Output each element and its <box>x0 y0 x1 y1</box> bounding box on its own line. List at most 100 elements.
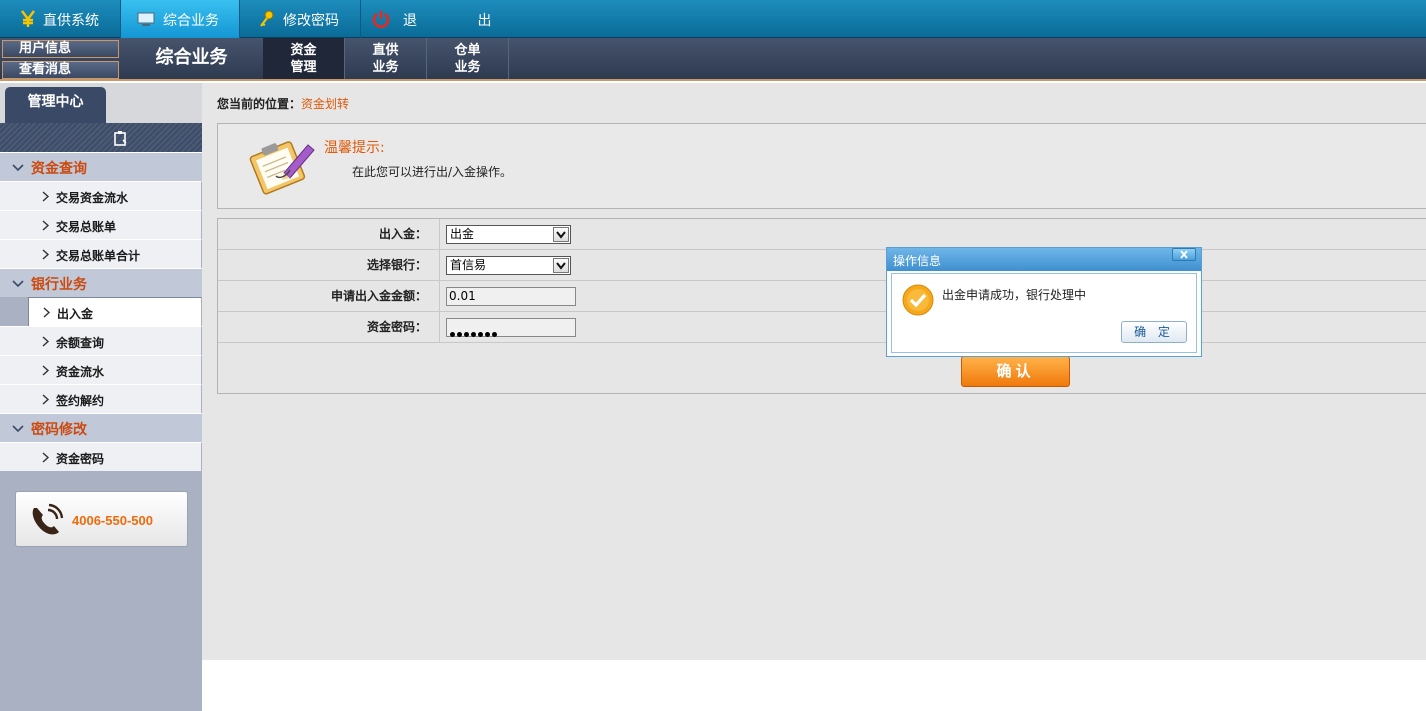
key-icon <box>260 10 274 27</box>
chevron-right-icon <box>42 220 50 231</box>
chevron-right-icon <box>42 365 50 376</box>
section-title: 综合业务 <box>155 47 228 68</box>
transfer-form: 出入金： 出金 选择银行： 首信易 申请出入金金额： 0.01 资金密码： 确认 <box>217 218 1426 394</box>
top-navigation-bar: 直供系统 综合业务 修改密码 退 出 <box>0 0 1426 38</box>
dropdown-arrow-icon[interactable] <box>553 227 569 242</box>
direction-label: 出入金： <box>218 219 440 249</box>
nav-label: 修改密码 <box>283 13 339 29</box>
tab-label-line1: 仓单 <box>454 43 481 58</box>
password-dot <box>485 332 490 337</box>
notepad-pencil-icon <box>249 141 315 195</box>
power-icon <box>372 11 390 28</box>
tip-panel: 温馨提示: 在此您可以进行出/入金操作。 <box>217 123 1426 209</box>
sidebar-item-label: 资金流水 <box>56 365 105 379</box>
form-row-direction: 出入金： 出金 <box>218 219 1426 250</box>
dialog-title: 操作信息 <box>893 254 942 268</box>
password-label: 资金密码： <box>218 312 440 342</box>
sidebar-item-fund-password[interactable]: 资金密码 <box>0 442 202 471</box>
password-dot <box>457 332 462 337</box>
confirm-button[interactable]: 确认 <box>961 356 1070 387</box>
form-row-amount: 申请出入金金额： 0.01 <box>218 281 1426 312</box>
tab-label-line1: 直供 <box>372 43 399 58</box>
password-dot <box>464 332 469 337</box>
form-row-password: 资金密码： <box>218 312 1426 343</box>
sub-navigation-bar: 用户信息 查看消息 综合业务 资金 管理 直供 业务 仓单 业务 <box>0 38 1426 81</box>
user-info-button[interactable]: 用户信息 <box>2 40 119 58</box>
tip-title: 温馨提示: <box>324 140 385 156</box>
password-dot <box>450 332 455 337</box>
sidebar-group-label: 密码修改 <box>31 422 87 438</box>
sidebar-item-label: 资金密码 <box>56 452 105 466</box>
password-dot <box>492 332 497 337</box>
success-check-icon <box>902 284 934 316</box>
sidebar-item-label: 交易资金流水 <box>56 191 129 205</box>
password-dot <box>471 332 476 337</box>
bank-select-value: 首信易 <box>450 258 487 272</box>
breadcrumb-current[interactable]: 资金划转 <box>301 97 349 111</box>
bank-select[interactable]: 首信易 <box>446 256 571 275</box>
sidebar-item-trade-ledger-total[interactable]: 交易总账单合计 <box>0 239 202 268</box>
dialog-ok-button[interactable]: 确 定 <box>1121 321 1187 343</box>
sidebar-item-deposit-withdraw[interactable]: 出入金 <box>28 297 202 326</box>
sidebar-group-password-change[interactable]: 密码修改 <box>0 413 202 442</box>
tab-label-line2: 管理 <box>290 60 317 75</box>
chevron-right-icon <box>43 307 51 318</box>
sidebar-group-fund-query[interactable]: 资金查询 <box>0 152 202 181</box>
breadcrumb: 您当前的位置：资金划转 <box>217 95 349 112</box>
bank-label: 选择银行： <box>218 250 440 280</box>
chevron-down-icon <box>12 425 24 433</box>
sidebar: 管理中心 资金查询 交易资金流水 交易总账单 交易总账单合计 银行业务 出入金 … <box>0 83 202 711</box>
tab-direct-supply[interactable]: 直供 业务 <box>345 38 427 79</box>
dialog-body: 出金申请成功，银行处理中 确 定 <box>891 273 1197 353</box>
operation-info-dialog: 操作信息 出金申请成功，银行处理中 确 定 <box>886 247 1202 357</box>
tab-warehouse-receipt[interactable]: 仓单 业务 <box>427 38 509 79</box>
chevron-down-icon <box>12 164 24 172</box>
sidebar-item-balance-query[interactable]: 余额查询 <box>0 326 202 355</box>
sidebar-tab-management-center[interactable]: 管理中心 <box>5 87 106 124</box>
sidebar-item-trade-fund-flow[interactable]: 交易资金流水 <box>0 181 202 210</box>
view-messages-button[interactable]: 查看消息 <box>2 61 119 79</box>
dropdown-arrow-icon[interactable] <box>553 258 569 273</box>
sidebar-group-bank-business[interactable]: 银行业务 <box>0 268 202 297</box>
phone-icon <box>32 503 64 535</box>
nav-direct-supply[interactable]: 直供系统 <box>0 0 121 38</box>
sidebar-item-label: 余额查询 <box>56 336 105 350</box>
sidebar-tab-row: 管理中心 <box>0 83 202 124</box>
password-mask <box>450 325 499 342</box>
amount-input[interactable]: 0.01 <box>446 287 576 306</box>
tip-text: 在此您可以进行出/入金操作。 <box>352 165 513 179</box>
direction-select[interactable]: 出金 <box>446 225 571 244</box>
chevron-right-icon <box>42 191 50 202</box>
main-content: 您当前的位置：资金划转 温馨提示: 在此您可以进行出/入金操作。 出入金： 出金 <box>202 83 1426 660</box>
sidebar-item-trade-ledger[interactable]: 交易总账单 <box>0 210 202 239</box>
nav-change-password[interactable]: 修改密码 <box>240 0 361 38</box>
direction-select-value: 出金 <box>450 227 475 241</box>
clipboard-icon[interactable] <box>112 130 128 146</box>
sidebar-item-fund-flow[interactable]: 资金流水 <box>0 355 202 384</box>
nav-logout[interactable]: 退 出 <box>361 0 491 38</box>
nav-label: 综合业务 <box>163 13 219 29</box>
sidebar-item-label: 交易总账单合计 <box>56 249 141 263</box>
tab-label-line1: 资金 <box>290 43 317 58</box>
page-footer-area <box>202 660 1426 711</box>
chevron-right-icon <box>42 249 50 260</box>
nav-label: 退 出 <box>403 13 520 29</box>
sidebar-item-label: 出入金 <box>57 307 94 321</box>
breadcrumb-prefix: 您当前的位置： <box>217 97 302 111</box>
close-icon[interactable] <box>1172 248 1196 261</box>
yen-icon <box>21 10 35 27</box>
tab-label-line2: 业务 <box>454 60 481 75</box>
nav-integrated-business[interactable]: 综合业务 <box>121 0 240 38</box>
dialog-message: 出金申请成功，银行处理中 <box>942 288 1087 302</box>
sidebar-item-label: 交易总账单 <box>56 220 117 234</box>
chevron-down-icon <box>12 280 24 288</box>
chevron-right-icon <box>42 452 50 463</box>
chevron-right-icon <box>42 394 50 405</box>
hotline-number: 4006-550-500 <box>72 513 153 528</box>
tab-fund-management[interactable]: 资金 管理 <box>263 38 345 79</box>
amount-label: 申请出入金金额： <box>218 281 440 311</box>
nav-label: 直供系统 <box>43 13 99 29</box>
password-input[interactable] <box>446 318 576 337</box>
sidebar-group-label: 资金查询 <box>31 161 87 177</box>
sidebar-item-sign-unsign[interactable]: 签约解约 <box>0 384 202 413</box>
